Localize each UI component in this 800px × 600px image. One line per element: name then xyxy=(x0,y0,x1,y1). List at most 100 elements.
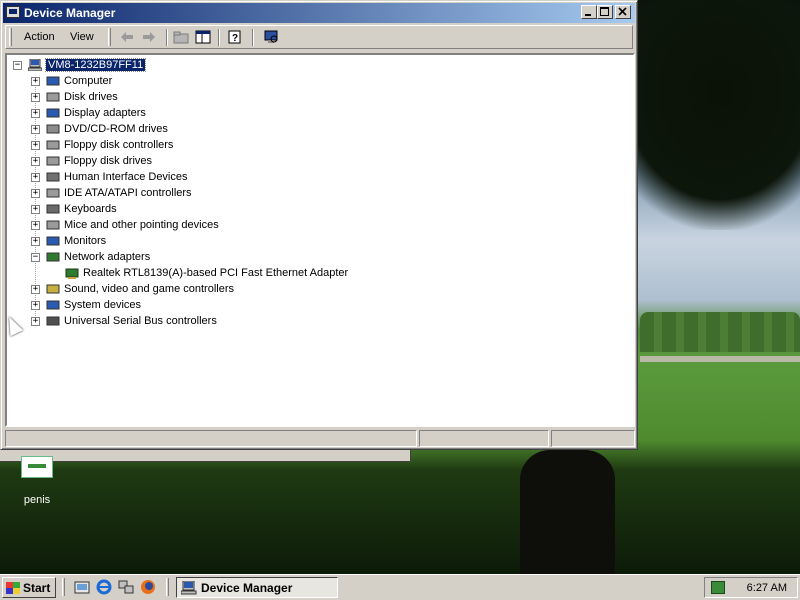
menu-action-label: Action xyxy=(24,31,55,43)
tree-category-item[interactable]: + Sound, video and game controllers xyxy=(31,281,234,297)
title-bar[interactable]: Device Manager xyxy=(3,3,635,23)
arrow-left-icon xyxy=(121,32,133,42)
device-category-icon xyxy=(46,123,60,135)
tree-category-item[interactable]: + DVD/CD-ROM drives xyxy=(31,121,168,137)
computer-icon xyxy=(181,580,197,594)
internet-explorer-icon[interactable] xyxy=(96,579,112,595)
tree-category-item[interactable]: + Floppy disk controllers xyxy=(31,137,173,153)
status-bar xyxy=(5,430,635,448)
taskbar-button-device-manager[interactable]: Device Manager xyxy=(176,577,338,598)
status-pane-right xyxy=(551,430,635,447)
collapse-icon[interactable]: − xyxy=(31,252,40,262)
expand-icon[interactable]: + xyxy=(31,188,40,198)
taskbar: Start Device Manager 6:27 AM xyxy=(0,574,800,600)
expand-icon[interactable]: + xyxy=(31,108,40,118)
device-category-icon xyxy=(46,155,60,167)
expand-icon[interactable]: + xyxy=(31,92,40,102)
close-button[interactable] xyxy=(615,5,631,19)
tree-category-item[interactable]: + Disk drives xyxy=(31,89,118,105)
taskbar-grip[interactable] xyxy=(166,578,169,596)
expand-icon[interactable]: + xyxy=(31,300,40,310)
tree-category-label: Computer xyxy=(64,75,113,87)
device-category-icon xyxy=(46,171,60,183)
toolbar-grip[interactable] xyxy=(9,28,12,46)
tree-category-label: IDE ATA/ATAPI controllers xyxy=(64,187,192,199)
back-button[interactable] xyxy=(118,29,136,45)
tree-category-item[interactable]: + IDE ATA/ATAPI controllers xyxy=(31,185,192,201)
tree-category-item[interactable]: + Keyboards xyxy=(31,201,117,217)
show-desktop-icon[interactable] xyxy=(74,579,90,595)
expand-icon[interactable]: + xyxy=(31,172,40,182)
toolbar: Action View ? xyxy=(5,25,633,49)
network-icon[interactable] xyxy=(118,579,134,595)
collapse-icon[interactable]: − xyxy=(13,60,22,70)
clock[interactable]: 6:27 AM xyxy=(747,582,787,594)
tree-root-label: VM8-1232B97FF11 xyxy=(44,58,147,72)
expand-icon[interactable]: + xyxy=(31,140,40,150)
expand-icon[interactable]: + xyxy=(31,236,40,246)
window-title: Device Manager xyxy=(24,6,116,20)
tree-device-item[interactable]: Realtek RTL8139(A)-based PCI Fast Ethern… xyxy=(65,265,348,281)
network-connection-icon[interactable] xyxy=(711,581,725,594)
windows-logo-icon xyxy=(6,581,20,594)
tree-category-item[interactable]: + Mice and other pointing devices xyxy=(31,217,219,233)
device-category-icon xyxy=(46,107,60,119)
expand-icon[interactable]: + xyxy=(31,284,40,294)
expand-icon[interactable]: + xyxy=(31,156,40,166)
tree-category-item[interactable]: − Network adapters xyxy=(31,249,150,265)
taskbar-button-label: Device Manager xyxy=(201,580,293,595)
menu-view[interactable]: View xyxy=(70,31,94,43)
menu-view-label: View xyxy=(70,31,94,43)
device-category-icon xyxy=(46,219,60,231)
status-pane-middle xyxy=(419,430,549,447)
maximize-button[interactable] xyxy=(597,5,613,19)
toolbar-grip[interactable] xyxy=(108,28,111,46)
menu-action[interactable]: Action xyxy=(24,31,55,43)
tree-category-label: Floppy disk drives xyxy=(64,155,153,167)
expand-icon[interactable]: + xyxy=(31,76,40,86)
tree-category-item[interactable]: + System devices xyxy=(31,297,141,313)
device-tree[interactable]: − VM8-1232B97FF11 + Computer + Disk drives +… xyxy=(5,53,635,427)
up-folder-button[interactable] xyxy=(172,29,190,45)
tree-root[interactable]: − VM8-1232B97FF11 xyxy=(13,57,147,73)
toolbar-separator xyxy=(252,29,254,46)
maximize-icon xyxy=(600,7,609,16)
console-tree-icon xyxy=(195,30,211,44)
close-icon xyxy=(618,7,627,16)
tree-device-label: Realtek RTL8139(A)-based PCI Fast Ethern… xyxy=(83,267,349,279)
tree-category-item[interactable]: + Floppy disk drives xyxy=(31,153,152,169)
start-label: Start xyxy=(23,580,51,595)
wallpaper-path xyxy=(640,356,800,362)
tree-category-label: Monitors xyxy=(64,235,107,247)
desktop-shortcut[interactable]: penis xyxy=(12,456,62,506)
tree-category-label: DVD/CD-ROM drives xyxy=(64,123,168,135)
properties-help-button[interactable]: ? xyxy=(226,29,244,45)
device-category-icon xyxy=(46,283,60,295)
tree-category-item[interactable]: + Human Interface Devices xyxy=(31,169,188,185)
tree-category-label: Mice and other pointing devices xyxy=(64,219,219,231)
minimize-button[interactable] xyxy=(581,5,597,19)
expand-icon[interactable]: + xyxy=(31,124,40,134)
expand-icon[interactable]: + xyxy=(31,316,40,326)
expand-icon[interactable]: + xyxy=(31,220,40,230)
tree-category-item[interactable]: + Computer xyxy=(31,73,112,89)
forward-button[interactable] xyxy=(140,29,158,45)
device-category-icon xyxy=(46,299,60,311)
device-category-icon xyxy=(46,187,60,199)
tree-category-label: System devices xyxy=(64,299,142,311)
shortcut-icon xyxy=(21,456,53,478)
start-button[interactable]: Start xyxy=(2,577,56,598)
wallpaper-tree-line xyxy=(640,312,800,352)
tree-category-item[interactable]: + Display adapters xyxy=(31,105,146,121)
tree-category-label: Universal Serial Bus controllers xyxy=(64,315,217,327)
show-hide-tree-button[interactable] xyxy=(194,29,212,45)
expand-icon[interactable]: + xyxy=(31,204,40,214)
firefox-icon[interactable] xyxy=(140,579,156,595)
tree-category-label: Human Interface Devices xyxy=(64,171,188,183)
quicklaunch-grip[interactable] xyxy=(62,578,65,596)
device-manager-window: Device Manager Action View ? − VM8-1232B… xyxy=(0,0,638,450)
tree-category-item[interactable]: + Monitors xyxy=(31,233,106,249)
scan-hardware-button[interactable] xyxy=(262,29,280,45)
tree-category-item[interactable]: + Universal Serial Bus controllers xyxy=(31,313,217,329)
desktop-shortcut-label: penis xyxy=(23,494,51,506)
